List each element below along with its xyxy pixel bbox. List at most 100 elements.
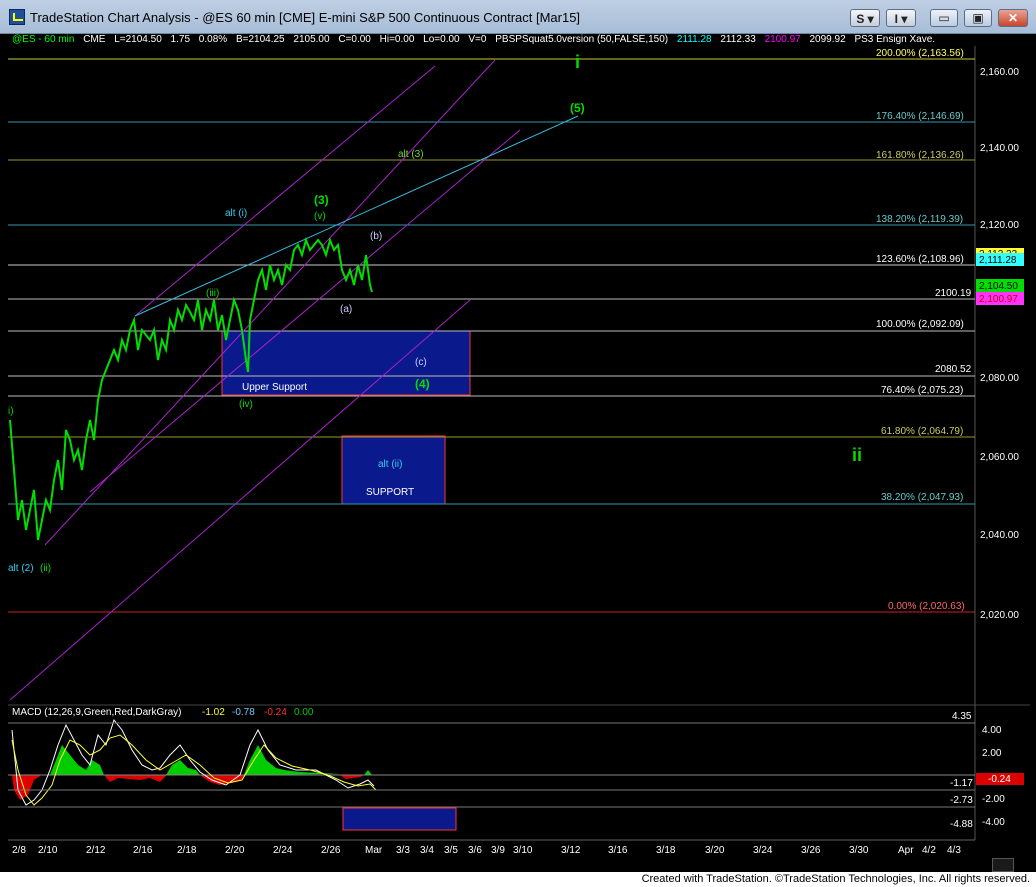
time-tick: 2/20 <box>225 845 245 856</box>
price-tick: 2,060.00 <box>980 452 1019 463</box>
fib-label: 61.80% (2,064.79) <box>881 426 963 437</box>
fib-label: 76.40% (2,075.23) <box>881 385 963 396</box>
wave-4-label: (4) <box>415 377 430 391</box>
chart-legend: @ES - 60 min CME L=2104.50 1.75 0.08% B=… <box>12 34 941 45</box>
macd-tick: -4.00 <box>982 817 1005 828</box>
time-tick: 3/12 <box>561 845 581 856</box>
time-tick: 3/3 <box>396 845 410 856</box>
legend-indicator: PBSPSquat5.0version (50,FALSE,150) <box>495 34 669 45</box>
macd-tick: 4.00 <box>982 725 1002 736</box>
horizontal-scrollbar[interactable] <box>992 858 1014 872</box>
time-tick: 2/26 <box>321 845 341 856</box>
time-tick: 3/24 <box>753 845 773 856</box>
fib-label: 100.00% (2,092.09) <box>876 319 964 330</box>
time-tick: 2/16 <box>133 845 153 856</box>
legend-ind-v4: 2099.92 <box>809 34 846 45</box>
time-tick: Apr <box>898 845 914 856</box>
wave-b-label: (b) <box>370 231 382 242</box>
macd-level: -1.17 <box>950 778 973 789</box>
legend-pct: 0.08% <box>198 34 228 45</box>
footer: Created with TradeStation. ©TradeStation… <box>0 872 1036 887</box>
macd-tick: 4.35 <box>952 711 972 722</box>
legend-change: 1.75 <box>170 34 191 45</box>
copyright-text: Created with TradeStation. ©TradeStation… <box>641 873 1030 885</box>
wave-alti-label: alt (i) <box>225 208 247 219</box>
wave-iii-label: (iii) <box>206 288 219 299</box>
time-tick: 2/18 <box>177 845 197 856</box>
time-tick: 3/6 <box>468 845 482 856</box>
wave-5-label: (5) <box>570 101 585 115</box>
wave-i-left-label: i) <box>8 406 14 417</box>
wave-c-label: (c) <box>415 357 427 368</box>
price-tag-2104: 2,104.50 <box>979 281 1018 292</box>
macd-target-box <box>342 807 457 831</box>
time-tick: 3/16 <box>608 845 628 856</box>
wave-v-label: (v) <box>314 211 326 222</box>
fib-label: 200.00% (2,163.56) <box>876 48 964 59</box>
upper-support-label: Upper Support <box>242 382 307 393</box>
legend-ind-v2: 2112.33 <box>720 34 756 45</box>
price-tick: 2,020.00 <box>980 610 1019 621</box>
price-tag-2100: 2,100.97 <box>979 294 1018 305</box>
chart-canvas[interactable]: 2,160.00 2,140.00 2,120.00 2,100.00 2,08… <box>0 0 1036 887</box>
price-line-label: 2080.52 <box>935 364 972 375</box>
legend-ens: PS3 Ensign Xave. <box>854 34 936 45</box>
wave-altii-label: alt (ii) <box>378 459 402 470</box>
time-tick: 4/3 <box>947 845 961 856</box>
legend-exchange: CME <box>83 34 106 45</box>
fib-label: 161.80% (2,136.26) <box>876 150 964 161</box>
legend-c: C=0.00 <box>338 34 371 45</box>
wave-ii-big-label: ii <box>852 445 862 465</box>
legend-last: L=2104.50 <box>114 34 162 45</box>
time-axis: 2/8 2/10 2/12 2/16 2/18 2/20 2/24 2/26 M… <box>12 845 961 856</box>
time-tick: 3/20 <box>705 845 725 856</box>
wave-alt3-label: alt (3) <box>398 149 424 160</box>
price-tick: 2,160.00 <box>980 67 1019 78</box>
price-line-label: 2100.19 <box>935 288 972 299</box>
macd-value-2: -0.78 <box>232 707 255 718</box>
time-tick: 3/26 <box>801 845 821 856</box>
macd-level: -2.73 <box>950 795 973 806</box>
fib-label: 176.40% (2,146.69) <box>876 111 964 122</box>
price-tag-2111: 2,111.28 <box>979 255 1017 266</box>
time-tick: Mar <box>365 845 383 856</box>
fib-label: 123.60% (2,108.96) <box>876 254 964 265</box>
time-tick: 3/5 <box>444 845 458 856</box>
time-tick: 2/10 <box>38 845 58 856</box>
time-tick: 3/18 <box>656 845 676 856</box>
macd-value-3: -0.24 <box>264 707 287 718</box>
time-tick: 2/12 <box>86 845 106 856</box>
legend-v: V=0 <box>468 34 487 45</box>
price-tick: 2,120.00 <box>980 220 1019 231</box>
legend-symbol: @ES - 60 min <box>12 34 75 45</box>
legend-ind-v3: 2100.97 <box>764 34 801 45</box>
wave-alt2-label: alt (2) <box>8 563 34 574</box>
time-tick: 3/10 <box>513 845 533 856</box>
wave-i-label: i <box>575 52 580 72</box>
macd-title: MACD (12,26,9,Green,Red,DarkGray) <box>12 707 182 718</box>
macd-tag: -0.24 <box>988 774 1011 785</box>
support-label: SUPPORT <box>366 487 414 498</box>
time-tick: 3/4 <box>420 845 434 856</box>
macd-tick: -2.00 <box>982 794 1005 805</box>
macd-legend: MACD (12,26,9,Green,Red,DarkGray) -1.02 … <box>12 707 314 718</box>
wave-a-label: (a) <box>340 304 352 315</box>
time-tick: 2/24 <box>273 845 293 856</box>
legend-lo: Lo=0.00 <box>423 34 460 45</box>
macd-value-1: -1.02 <box>202 707 225 718</box>
fib-labels: 200.00% (2,163.56) 176.40% (2,146.69) 16… <box>876 48 972 612</box>
time-tick: 3/9 <box>491 845 505 856</box>
legend-bid: B=2104.25 <box>235 34 285 45</box>
fib-label: 38.20% (2,047.93) <box>881 492 963 503</box>
wave-iv-label: (iv) <box>239 399 253 410</box>
wave-ii-small-label: (ii) <box>40 563 51 574</box>
time-tick: 3/30 <box>849 845 869 856</box>
time-tick: 2/8 <box>12 845 26 856</box>
legend-ind-v1: 2111.28 <box>676 34 712 45</box>
fib-label: 0.00% (2,020.63) <box>888 601 965 612</box>
wave-3-label: (3) <box>314 193 329 207</box>
price-axis: 2,160.00 2,140.00 2,120.00 2,100.00 2,08… <box>980 67 1019 621</box>
macd-tick: 2.00 <box>982 748 1002 759</box>
macd-value-4: 0.00 <box>294 707 314 718</box>
macd-level: -4.88 <box>950 819 973 830</box>
